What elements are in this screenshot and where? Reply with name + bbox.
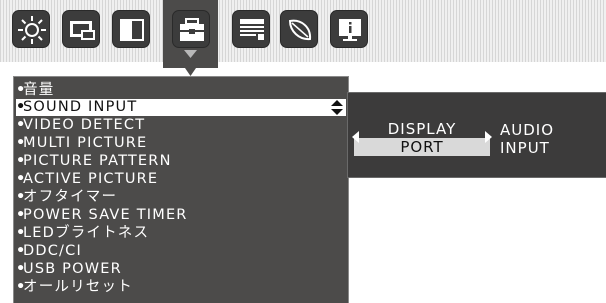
menu-item-label: USB POWER [23, 261, 122, 277]
menu-item-all-reset[interactable]: •オールリセット [16, 279, 346, 296]
bullet: • [16, 82, 27, 98]
option-label-line2: PORT [354, 138, 490, 156]
screen-adjust-icon [70, 21, 95, 40]
menu-item-usb-power[interactable]: •USB POWER [16, 261, 346, 278]
bullet: • [16, 243, 27, 259]
tab-menu-tools[interactable] [232, 10, 270, 48]
tools-menu-panel: •音量 •SOUND INPUT •VIDEO DETECT •MULTI PI… [13, 76, 349, 303]
bullet: • [16, 261, 27, 277]
menu-item-sound-input[interactable]: •SOUND INPUT [16, 99, 346, 116]
up-down-arrow-icon [331, 100, 343, 115]
option-label-line1: DISPLAY [354, 120, 490, 138]
menu-item-label: POWER SAVE TIMER [23, 207, 188, 223]
bullet: • [16, 189, 27, 205]
menu-item-label: VIDEO DETECT [23, 117, 146, 133]
tab-tools-selected[interactable] [163, 0, 218, 80]
menu-item-multi-picture[interactable]: •MULTI PICTURE [16, 135, 346, 152]
option-audio-input[interactable]: AUDIO INPUT [500, 121, 554, 157]
bullet: • [16, 279, 27, 295]
option-label-line1: AUDIO [500, 121, 555, 139]
eco-leaf-icon [288, 19, 312, 41]
chevron-down-icon [184, 50, 197, 58]
menu-item-label: DDC/CI [23, 243, 82, 259]
arrow-right-icon[interactable] [485, 131, 492, 143]
sound-input-submenu: DISPLAY PORT AUDIO INPUT [347, 92, 606, 178]
menu-item-label: ACTIVE PICTURE [23, 171, 159, 187]
menu-item-picture-pattern[interactable]: •PICTURE PATTERN [16, 153, 346, 170]
menu-item-volume[interactable]: •音量 [16, 82, 346, 99]
menu-item-off-timer[interactable]: •オフタイマー [16, 189, 346, 206]
contrast-icon [120, 19, 144, 41]
menu-item-label: PICTURE PATTERN [23, 153, 172, 169]
tab-brightness[interactable] [12, 10, 50, 48]
bullet: • [16, 171, 27, 187]
bullet: • [16, 99, 27, 115]
tab-color[interactable] [112, 10, 150, 48]
menu-item-label: 音量 [23, 82, 55, 98]
menu-item-label: MULTI PICTURE [23, 135, 148, 151]
menu-item-label: オールリセット [23, 279, 133, 295]
bullet: • [16, 225, 27, 241]
menu-item-active-picture[interactable]: •ACTIVE PICTURE [16, 171, 346, 188]
brightness-icon [18, 16, 46, 44]
osd-tab-bar [0, 0, 606, 76]
bullet: • [16, 135, 27, 151]
menu-item-label: オフタイマー [23, 189, 118, 205]
menu-item-led-brightness[interactable]: •LEDブライトネス [16, 225, 346, 242]
bullet: • [16, 207, 27, 223]
tab-eco[interactable] [280, 10, 318, 48]
menu-item-label: SOUND INPUT [23, 99, 138, 115]
toolbox-icon [180, 18, 204, 41]
menu-item-power-save-timer[interactable]: •POWER SAVE TIMER [16, 207, 346, 224]
menu-item-label: LEDブライトネス [23, 225, 150, 241]
menu-tools-icon [240, 19, 264, 40]
tab-information[interactable] [330, 10, 368, 48]
bullet: • [16, 117, 27, 133]
information-icon [339, 19, 361, 41]
menu-item-ddc-ci[interactable]: •DDC/CI [16, 243, 346, 260]
arrow-left-icon[interactable] [352, 131, 359, 143]
tab-screen[interactable] [62, 10, 100, 48]
option-label-line2: INPUT [500, 139, 550, 157]
option-selector-display-port[interactable]: DISPLAY PORT [352, 120, 492, 156]
tab-tools[interactable] [172, 10, 210, 48]
bullet: • [16, 153, 27, 169]
menu-item-video-detect[interactable]: •VIDEO DETECT [16, 117, 346, 134]
